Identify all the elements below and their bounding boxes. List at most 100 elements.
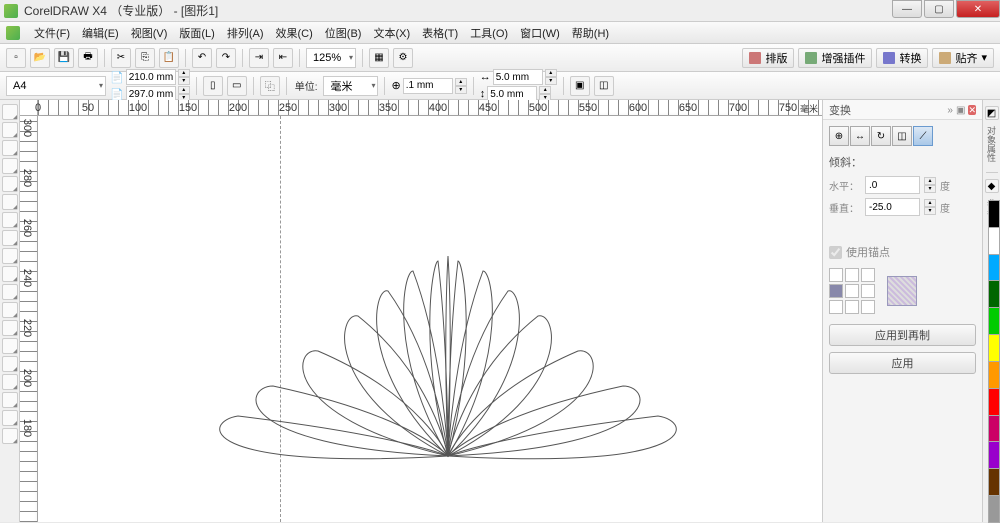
pick-tool-icon[interactable] — [2, 104, 18, 120]
apply-button[interactable]: 应用 — [829, 352, 976, 374]
position-mode-icon[interactable]: ⊕ — [829, 126, 849, 146]
color-swatch[interactable] — [988, 388, 1000, 416]
skew-v-spinner[interactable]: ▴▾ — [924, 199, 936, 215]
menu-view[interactable]: 视图(V) — [125, 23, 174, 43]
redo-icon[interactable]: ↷ — [216, 48, 236, 68]
anchor-grid[interactable] — [829, 268, 875, 314]
menu-bitmap[interactable]: 位图(B) — [319, 23, 368, 43]
copy-icon[interactable]: ⎘ — [135, 48, 155, 68]
minimize-button[interactable]: — — [892, 0, 922, 18]
nudge-input[interactable] — [403, 78, 453, 94]
table-tool-icon[interactable] — [2, 302, 18, 318]
color-swatch[interactable] — [988, 361, 1000, 389]
shape-tool-icon[interactable] — [2, 122, 18, 138]
color-swatch[interactable] — [988, 280, 1000, 308]
pin-icon[interactable]: » — [947, 105, 953, 116]
text-tool-icon[interactable] — [2, 284, 18, 300]
connector-tool-icon[interactable] — [2, 338, 18, 354]
color-swatch[interactable] — [988, 441, 1000, 469]
open-icon[interactable]: 📂 — [30, 48, 50, 68]
menu-table[interactable]: 表格(T) — [416, 23, 464, 43]
undo-icon[interactable]: ↶ — [192, 48, 212, 68]
skew-h-spinner[interactable]: ▴▾ — [924, 177, 936, 193]
interactive-tool-icon[interactable] — [2, 356, 18, 372]
maximize-button[interactable]: ▢ — [924, 0, 954, 18]
fill-tool-icon[interactable] — [2, 410, 18, 426]
snap-button[interactable]: 贴齐▾ — [932, 48, 994, 68]
scale-mode-icon[interactable]: ↻ — [871, 126, 891, 146]
docker-tab-icon-2[interactable]: ◆ — [985, 179, 999, 193]
page-width-input[interactable] — [126, 69, 176, 85]
menu-text[interactable]: 文本(X) — [367, 23, 416, 43]
snap-icon[interactable]: ▦ — [369, 48, 389, 68]
close-button[interactable]: ✕ — [956, 0, 1000, 18]
dynamic-guides-icon[interactable]: ◫ — [594, 76, 614, 96]
enhance-button[interactable]: 增强插件 — [798, 48, 872, 68]
menu-tools[interactable]: 工具(O) — [464, 23, 514, 43]
size-mode-icon[interactable]: ◫ — [892, 126, 912, 146]
app-icon — [4, 4, 18, 18]
drawing-canvas[interactable] — [38, 116, 822, 522]
zoom-tool-icon[interactable] — [2, 158, 18, 174]
treat-as-filled-icon[interactable]: ▣ — [570, 76, 590, 96]
color-swatch[interactable] — [988, 415, 1000, 443]
cut-icon[interactable]: ✂ — [111, 48, 131, 68]
rollup-icon[interactable]: ▣ — [956, 105, 965, 116]
interactive-fill-tool-icon[interactable] — [2, 428, 18, 444]
pages-icon[interactable]: ⿻ — [260, 76, 280, 96]
new-icon[interactable]: ▫ — [6, 48, 26, 68]
color-swatch[interactable] — [988, 495, 1000, 523]
color-swatch[interactable] — [988, 334, 1000, 362]
export-icon[interactable]: ⇤ — [273, 48, 293, 68]
layout-button[interactable]: 排版 — [742, 48, 794, 68]
skew-mode-icon[interactable]: ⟋ — [913, 126, 933, 146]
lotus-drawing[interactable] — [188, 236, 708, 466]
eyedropper-tool-icon[interactable] — [2, 374, 18, 390]
page-width-spinner[interactable]: 📄▴▾ — [110, 69, 190, 85]
landscape-icon[interactable]: ▭ — [227, 76, 247, 96]
docker-close-icon[interactable]: ✕ — [968, 105, 976, 115]
save-icon[interactable]: 💾 — [54, 48, 74, 68]
zoom-dropdown[interactable]: 125% — [306, 48, 356, 68]
menu-effects[interactable]: 效果(C) — [270, 23, 319, 43]
color-swatch[interactable] — [988, 307, 1000, 335]
page-size-dropdown[interactable]: A4 — [6, 76, 106, 96]
dup-x-spinner[interactable]: ↔▴▾ — [480, 69, 557, 85]
menu-app-icon — [6, 26, 20, 40]
color-swatch[interactable] — [988, 254, 1000, 282]
docker-tab-icon[interactable]: ◩ — [985, 106, 999, 120]
menu-arrange[interactable]: 排列(A) — [221, 23, 270, 43]
portrait-icon[interactable]: ▯ — [203, 76, 223, 96]
ellipse-tool-icon[interactable] — [2, 230, 18, 246]
color-swatch[interactable] — [988, 200, 1000, 228]
rotate-mode-icon[interactable]: ↔ — [850, 126, 870, 146]
color-swatch[interactable] — [988, 468, 1000, 496]
basic-shapes-tool-icon[interactable] — [2, 266, 18, 282]
print-icon[interactable]: 🖶 — [78, 48, 98, 68]
object-props-tab[interactable]: 对象属性 — [985, 126, 998, 162]
skew-v-input[interactable] — [865, 198, 920, 216]
menu-edit[interactable]: 编辑(E) — [76, 23, 125, 43]
freehand-tool-icon[interactable] — [2, 176, 18, 192]
options-icon[interactable]: ⚙ — [393, 48, 413, 68]
polygon-tool-icon[interactable] — [2, 248, 18, 264]
nudge-spinner[interactable]: ⊕▴▾ — [391, 78, 466, 94]
dup-x-input[interactable] — [493, 69, 543, 85]
apply-duplicate-button[interactable]: 应用到再制 — [829, 324, 976, 346]
units-dropdown[interactable]: 毫米 — [323, 76, 378, 96]
convert-button[interactable]: 转换 — [876, 48, 928, 68]
menu-file[interactable]: 文件(F) — [28, 23, 76, 43]
dimension-tool-icon[interactable] — [2, 320, 18, 336]
outline-tool-icon[interactable] — [2, 392, 18, 408]
color-swatch[interactable] — [988, 227, 1000, 255]
anchor-checkbox[interactable] — [829, 246, 842, 259]
crop-tool-icon[interactable] — [2, 140, 18, 156]
rectangle-tool-icon[interactable] — [2, 212, 18, 228]
menu-window[interactable]: 窗口(W) — [514, 23, 566, 43]
smart-fill-tool-icon[interactable] — [2, 194, 18, 210]
menu-layout[interactable]: 版面(L) — [173, 23, 220, 43]
menu-help[interactable]: 帮助(H) — [566, 23, 615, 43]
skew-h-input[interactable] — [865, 176, 920, 194]
paste-icon[interactable]: 📋 — [159, 48, 179, 68]
import-icon[interactable]: ⇥ — [249, 48, 269, 68]
